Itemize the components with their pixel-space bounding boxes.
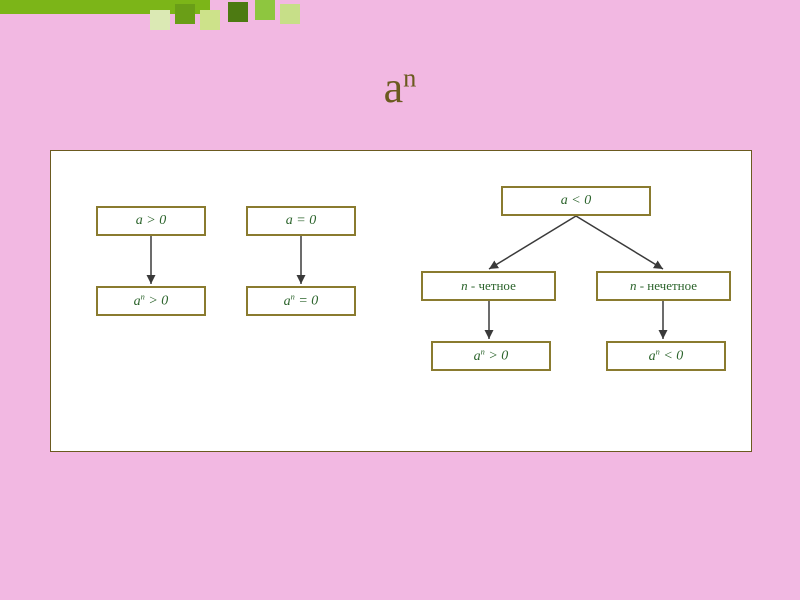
diagram-panel: a > 0 an > 0 a = 0 an = 0 a < 0 n - четн…	[50, 150, 752, 452]
slide-title: an	[0, 62, 800, 113]
node-n-even: n - четное	[421, 271, 556, 301]
node-a-zero: a = 0	[246, 206, 356, 236]
slide-decoration	[0, 0, 320, 40]
node-a-negative: a < 0	[501, 186, 651, 216]
title-exponent: n	[403, 62, 416, 92]
node-an-positive-2: an > 0	[431, 341, 551, 371]
node-n-odd: n - нечетное	[596, 271, 731, 301]
title-base: a	[384, 63, 404, 112]
node-an-positive: an > 0	[96, 286, 206, 316]
node-a-positive: a > 0	[96, 206, 206, 236]
node-an-zero: an = 0	[246, 286, 356, 316]
node-an-negative: an < 0	[606, 341, 726, 371]
